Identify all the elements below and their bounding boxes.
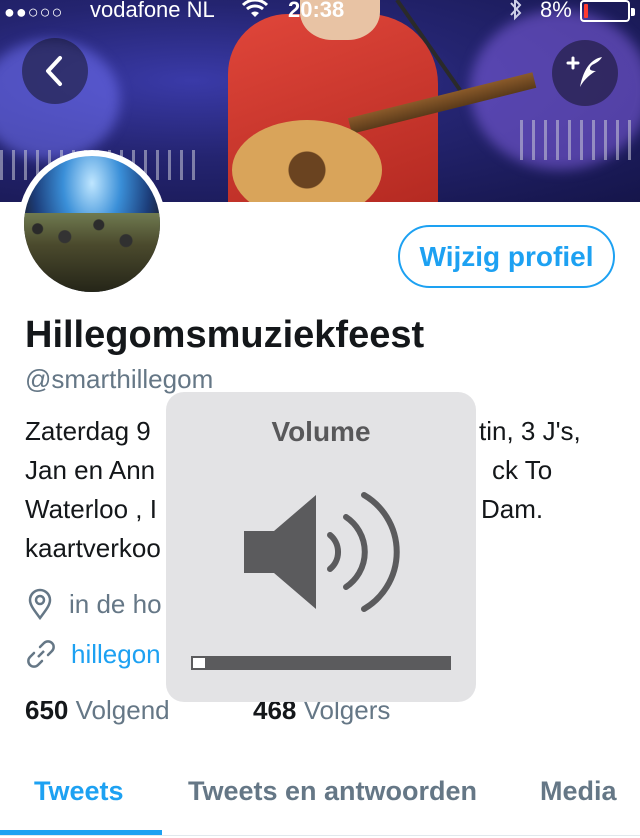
volume-hud: Volume <box>166 392 476 702</box>
following-count[interactable]: 650 Volgend <box>25 695 170 726</box>
bio-text: Dam. <box>481 494 544 524</box>
display-name: Hillegomsmuziekfeest <box>25 314 425 356</box>
bio-text: Zaterdag 9 <box>25 416 151 446</box>
profile-location: in de ho <box>25 588 162 620</box>
volume-level-bar <box>191 656 451 670</box>
back-button[interactable] <box>22 38 88 104</box>
website-link[interactable]: hillegon <box>71 639 161 670</box>
tab-media[interactable]: Media <box>540 776 617 807</box>
compose-tweet-button[interactable] <box>552 40 618 106</box>
wifi-icon <box>241 0 269 26</box>
crowd <box>24 213 160 292</box>
battery-percent: 8% <box>540 0 572 22</box>
location-pin-icon <box>28 588 52 620</box>
profile-avatar[interactable] <box>18 150 166 298</box>
bio-text: Jan en Ann <box>25 455 156 485</box>
user-handle: @smarthillegom <box>25 364 214 394</box>
volume-level-fill <box>191 656 207 670</box>
battery-icon <box>580 0 635 22</box>
stage-truss <box>520 120 640 160</box>
profile-website: hillegon <box>25 638 161 670</box>
chevron-left-icon <box>46 56 62 86</box>
speaker-icon <box>244 492 400 612</box>
clock: 20:38 <box>288 0 345 22</box>
link-icon <box>27 640 55 668</box>
bio-text: ck To <box>492 455 553 485</box>
tab-tweets[interactable]: Tweets <box>34 776 124 807</box>
bio-text: Waterloo , I <box>25 494 157 524</box>
edit-profile-button[interactable]: Wijzig profiel <box>398 225 615 288</box>
following-label: Volgend <box>75 695 170 725</box>
volume-title: Volume <box>271 416 371 447</box>
bio-text: kaartverkoo <box>25 533 161 563</box>
location-text: in de ho <box>69 588 162 619</box>
following-number: 650 <box>25 695 69 725</box>
bluetooth-icon <box>508 0 524 27</box>
signal-strength: ●●○○○ <box>4 2 64 22</box>
avatar-image <box>24 156 160 292</box>
carrier-name: vodafone NL <box>90 0 215 22</box>
compose-tweet-icon <box>566 56 602 87</box>
battery-level <box>584 4 588 18</box>
divider <box>0 835 640 836</box>
status-bar: ●●○○○ vodafone NL 20:38 8% <box>0 0 640 26</box>
tab-tweets-and-replies[interactable]: Tweets en antwoorden <box>188 776 477 807</box>
bio-text: tin, 3 J's, <box>479 416 581 446</box>
profile-tabs: Tweets Tweets en antwoorden Media <box>0 752 640 838</box>
